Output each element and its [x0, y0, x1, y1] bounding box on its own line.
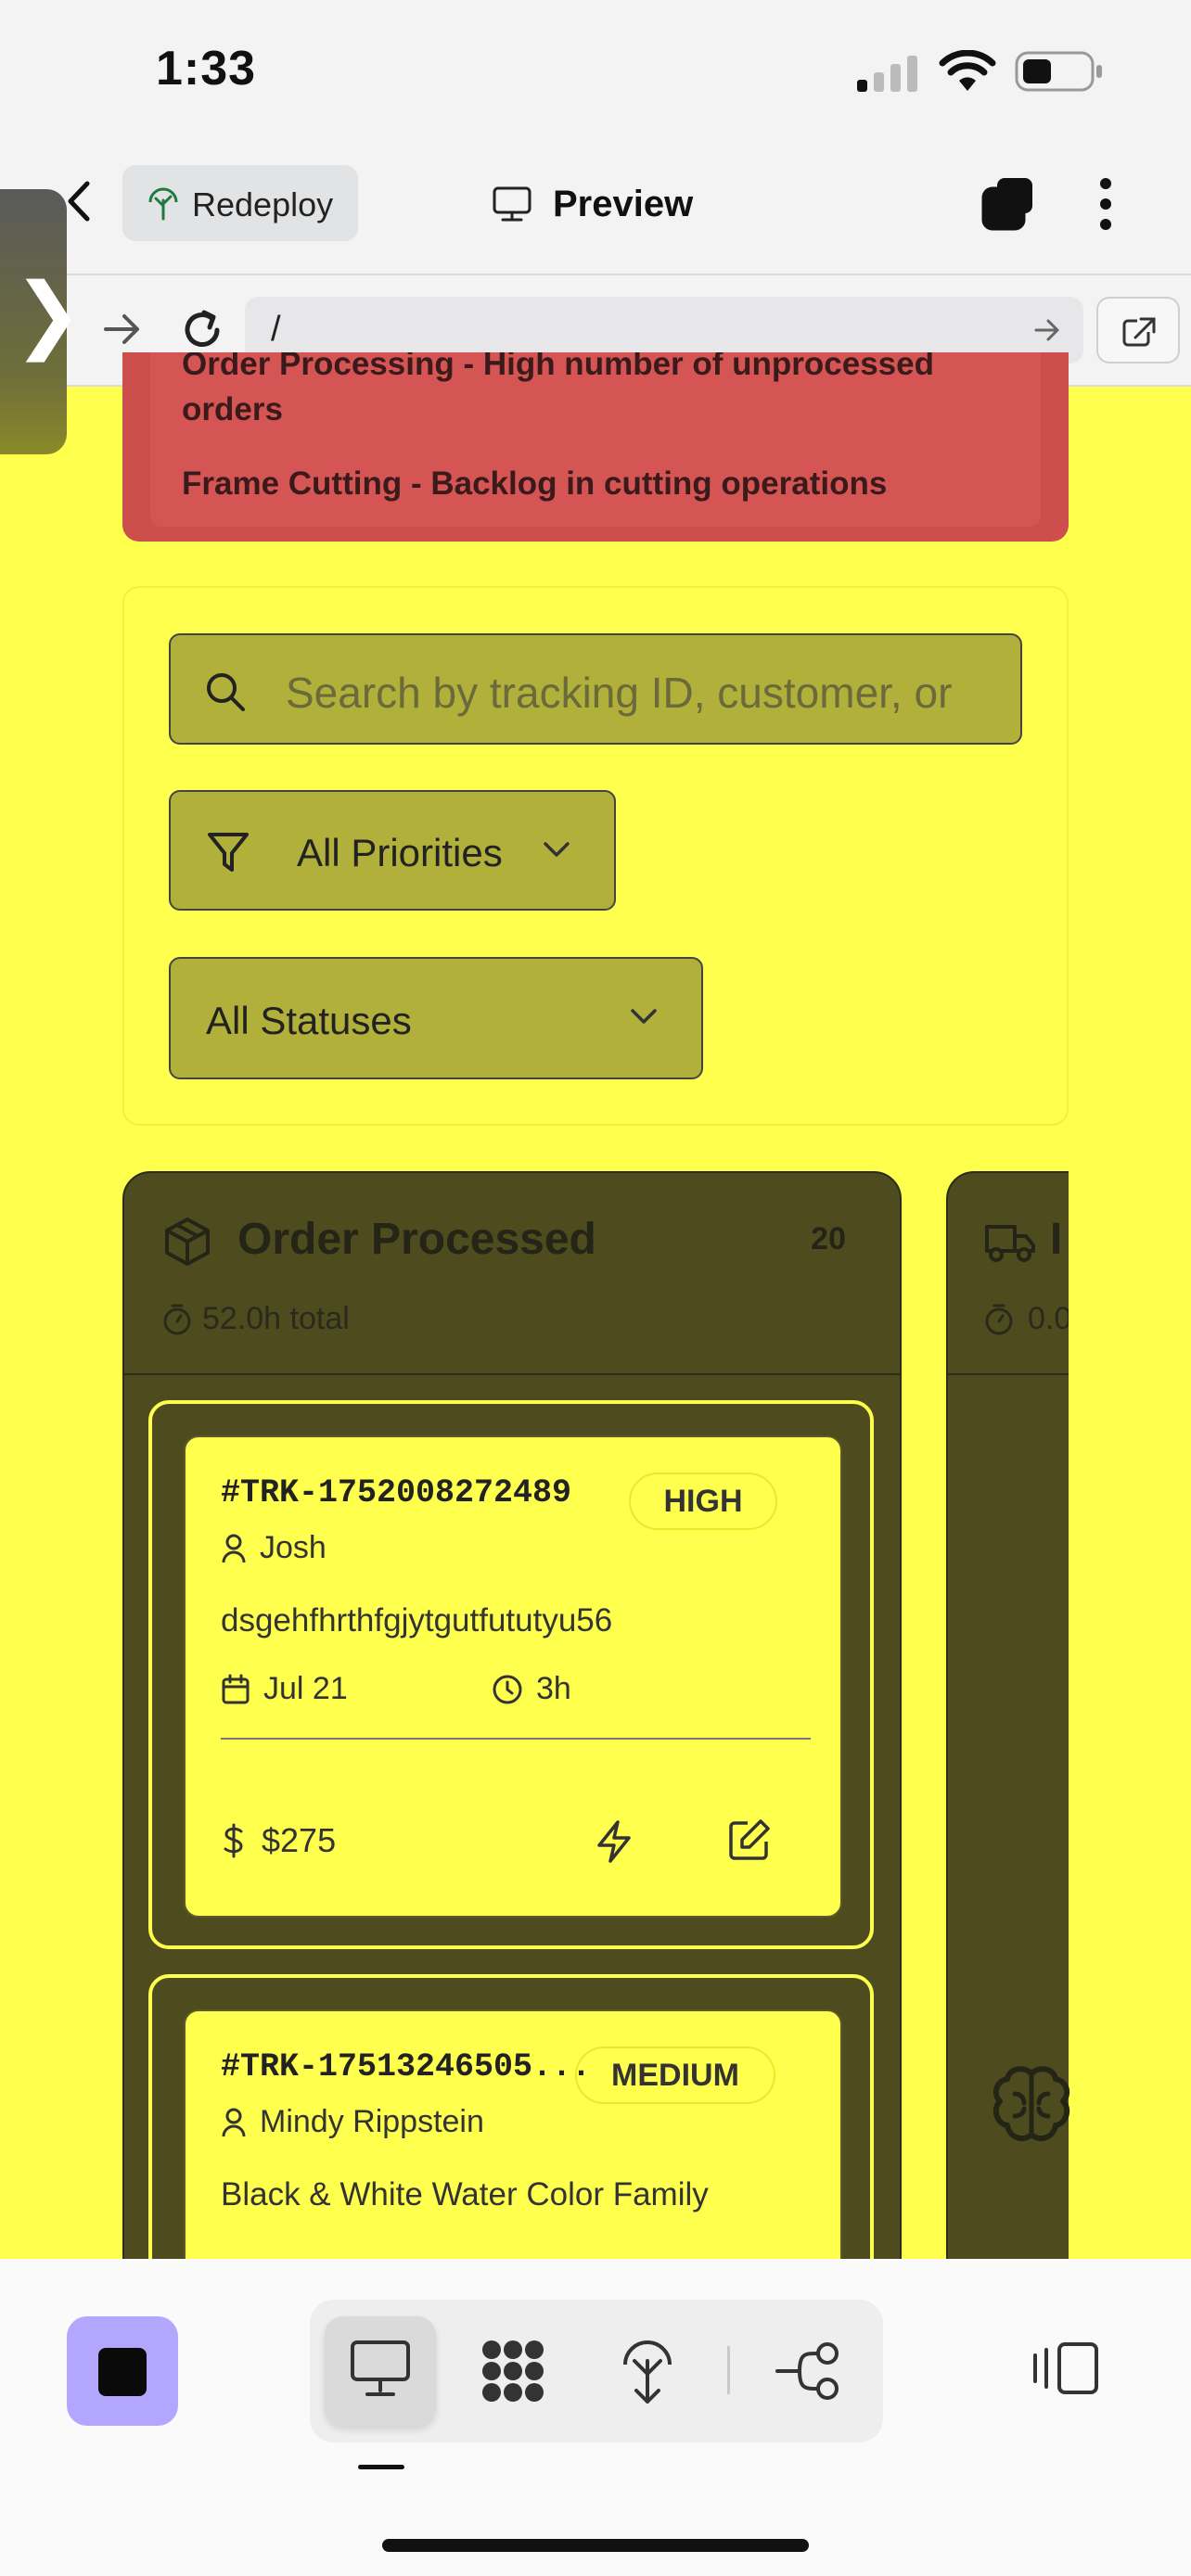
card-divider [221, 1738, 811, 1740]
brain-icon [992, 2066, 1070, 2142]
search-input[interactable]: Search by tracking ID, customer, or [169, 633, 1022, 745]
chevron-down-icon [542, 840, 571, 861]
toggle-panel-button[interactable] [1031, 2340, 1100, 2396]
status-value: All Statuses [206, 999, 412, 1042]
tracking-id: #TRK-17513246505... [221, 2048, 592, 2085]
calendar-icon [222, 1674, 250, 1703]
customer: Mindy Rippstein [221, 2104, 484, 2140]
customer-name: Josh [260, 1530, 327, 1565]
priority-select[interactable]: All Priorities [169, 790, 616, 911]
status-select[interactable]: All Statuses [169, 957, 703, 1079]
go-arrow-icon[interactable] [1033, 317, 1061, 343]
order-card[interactable]: #TRK-1752008272489 HIGH Josh dsgehfhrthf… [148, 1400, 874, 1949]
tracking-id: #TRK-1752008272489 [221, 1474, 572, 1511]
chevron-right-icon: ❯ [13, 268, 83, 361]
kanban-column-order-processed: Order Processed 20 52.0h total #TRK-1752… [122, 1171, 902, 2284]
customer-name: Mindy Rippstein [260, 2104, 484, 2139]
chevron-down-icon [629, 1007, 659, 1027]
side-panel-handle[interactable]: ❯ [0, 189, 83, 454]
redeploy-button[interactable]: Redeploy [122, 165, 358, 241]
redeploy-label: Redeploy [192, 185, 334, 223]
price-value: $275 [262, 1821, 337, 1859]
tabs-button[interactable] [979, 174, 1038, 234]
duration: 3h [492, 1671, 571, 1707]
more-options-button[interactable] [1087, 174, 1124, 234]
user-icon [222, 1534, 246, 1562]
more-vertical-icon [1100, 178, 1111, 230]
timer-icon [983, 1303, 1015, 1336]
column-title: Order Processed [237, 1215, 596, 1264]
priority-value: All Priorities [297, 831, 503, 874]
column-header-divider [948, 1373, 1069, 1375]
battery-icon [1015, 50, 1104, 93]
column-header: Order Processed 20 52.0h total [124, 1173, 900, 1375]
priority-badge: MEDIUM [575, 2047, 775, 2104]
view-switcher [310, 2300, 883, 2442]
alert-line-2: Frame Cutting - Backlog in cutting opera… [182, 465, 888, 502]
stop-button[interactable] [67, 2316, 178, 2426]
workflow-view-icon[interactable] [774, 2340, 842, 2402]
preview-title: Preview [492, 176, 693, 232]
column-title: I [1050, 1215, 1063, 1264]
bottleneck-alert: Order Processing - High number of unproc… [122, 352, 1069, 542]
deploy-view-icon[interactable] [621, 2337, 673, 2405]
filter-icon [206, 831, 250, 874]
dollar-icon [224, 1823, 243, 1858]
customer: Josh [221, 1530, 327, 1566]
due-date-value: Jul 21 [263, 1671, 348, 1706]
price: $275 [223, 1821, 336, 1860]
arrow-right-icon [104, 314, 139, 344]
reload-icon [185, 310, 220, 347]
ai-assistant-button[interactable] [987, 2060, 1076, 2149]
order-card-inner: #TRK-1752008272489 HIGH Josh dsgehfhrthf… [184, 1435, 842, 1918]
tabs-icon [981, 178, 1032, 231]
column-count: 20 [811, 1221, 846, 1256]
active-tab-underline [358, 2465, 404, 2469]
order-card[interactable]: #TRK-17513246505... MEDIUM Mindy Rippste… [148, 1974, 874, 2282]
home-indicator [382, 2539, 809, 2552]
monitor-icon [493, 186, 531, 222]
preview-label: Preview [553, 183, 694, 224]
cellular-signal-icon [855, 54, 920, 93]
search-placeholder: Search by tracking ID, customer, or [286, 669, 953, 717]
alert-line-1-cont: orders [182, 391, 283, 427]
order-card-inner: #TRK-17513246505... MEDIUM Mindy Rippste… [184, 2009, 842, 2282]
quick-action-button[interactable] [594, 1819, 634, 1864]
forward-button[interactable] [102, 311, 143, 348]
status-time: 1:33 [156, 42, 257, 96]
url-text: / [271, 310, 281, 349]
edit-icon [729, 1819, 770, 1860]
stop-icon [98, 2348, 147, 2396]
column-total-time: 52.0h total [202, 1301, 350, 1336]
order-description: Black & White Water Color Family [221, 2176, 709, 2213]
panel-toggle-icon [1033, 2342, 1098, 2394]
search-icon [204, 670, 247, 713]
order-description: dsgehfhrthfgjytgutfututyu56 [221, 1602, 613, 1639]
truck-icon [983, 1219, 1039, 1264]
timer-icon [161, 1303, 193, 1336]
lightning-icon [597, 1820, 631, 1863]
due-date: Jul 21 [221, 1671, 348, 1707]
external-link-icon [1122, 317, 1156, 347]
package-icon [161, 1216, 213, 1268]
duration-value: 3h [536, 1671, 571, 1706]
alert-line-1: Order Processing - High number of unproc… [182, 352, 934, 382]
switcher-divider [727, 2346, 730, 2394]
priority-badge: HIGH [629, 1473, 777, 1530]
edit-button[interactable] [727, 1817, 772, 1862]
column-total-time: 0.0 [1028, 1301, 1069, 1336]
user-icon [222, 2108, 246, 2136]
desktop-view-icon[interactable] [349, 2339, 412, 2400]
components-view-icon[interactable] [479, 2339, 547, 2404]
reload-button[interactable] [176, 304, 228, 356]
deploy-tree-icon [147, 185, 180, 221]
clock-icon [493, 1675, 522, 1703]
wifi-icon [939, 50, 996, 93]
open-external-button[interactable] [1096, 297, 1180, 363]
